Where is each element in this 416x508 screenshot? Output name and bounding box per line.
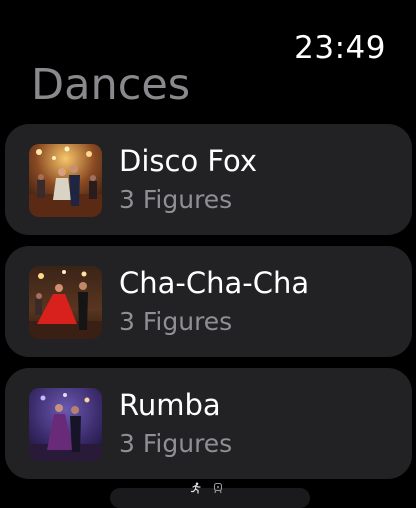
dance-name: Rumba — [119, 388, 221, 422]
status-time: 23:49 — [294, 30, 386, 66]
page-title: Dances — [31, 60, 191, 110]
dance-name: Cha-Cha-Cha — [119, 266, 310, 300]
dance-item-cha-cha-cha[interactable]: Cha-Cha-Cha 3 Figures — [5, 246, 412, 357]
next-dance-item-partial[interactable] — [110, 488, 310, 508]
dance-figure-count: 3 Figures — [119, 307, 233, 336]
rumba-photo — [29, 388, 102, 461]
cha-cha-cha-photo — [29, 266, 102, 339]
dance-figure-count: 3 Figures — [119, 185, 233, 214]
dance-list: Disco Fox 3 Figures Cha-Cha-Cha 3 Figure… — [5, 124, 412, 490]
dance-name: Disco Fox — [119, 144, 258, 178]
remote-icon — [212, 479, 224, 494]
workout-running-icon — [190, 479, 202, 494]
disco-fox-photo — [29, 144, 102, 217]
status-icons — [190, 479, 224, 494]
dance-item-disco-fox[interactable]: Disco Fox 3 Figures — [5, 124, 412, 235]
dance-item-rumba[interactable]: Rumba 3 Figures — [5, 368, 412, 479]
dance-figure-count: 3 Figures — [119, 429, 233, 458]
